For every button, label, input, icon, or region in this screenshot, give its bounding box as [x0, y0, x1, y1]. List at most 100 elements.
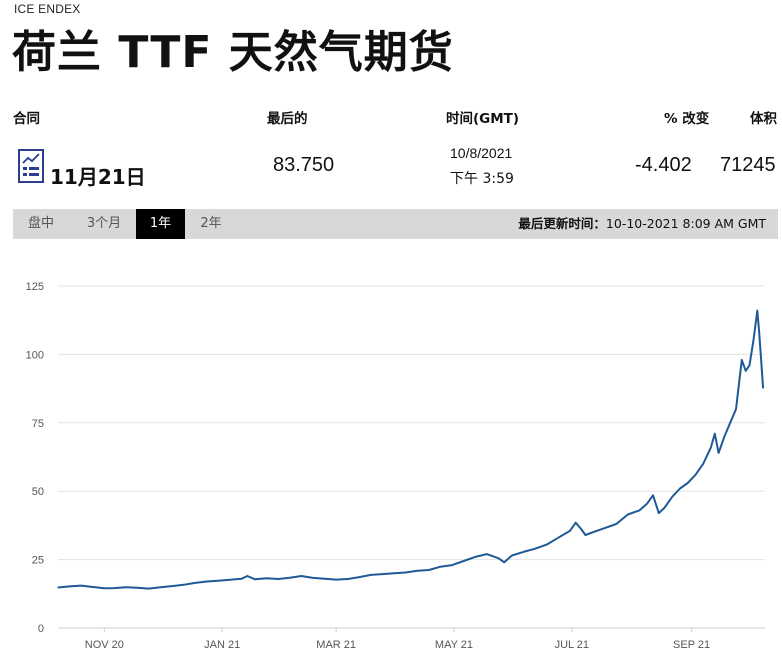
- data-point: [756, 310, 758, 312]
- x-tick-label: JUL 21: [555, 639, 589, 651]
- data-point: [300, 575, 302, 577]
- data-point: [324, 578, 326, 580]
- col-header-change: % 改变: [664, 111, 710, 127]
- y-tick-label: 125: [26, 281, 44, 293]
- data-point: [580, 528, 583, 531]
- tab-1-year[interactable]: 1年: [136, 209, 185, 239]
- data-point: [194, 582, 196, 584]
- page-title: 荷兰 TTF 天然气期货: [12, 27, 454, 78]
- quote-date: 10/8/2021: [450, 145, 513, 161]
- x-tick-label: MAR 21: [316, 639, 356, 651]
- last-price: 83.750: [273, 154, 335, 176]
- data-point: [752, 340, 755, 342]
- y-tick-label: 50: [32, 486, 44, 498]
- data-point: [358, 576, 360, 578]
- y-tick-label: 75: [32, 418, 44, 430]
- col-header-volume: 体积: [750, 111, 777, 127]
- data-point: [534, 548, 536, 550]
- data-point: [80, 585, 82, 587]
- data-point: [557, 537, 559, 539]
- percent-change: -4.402: [635, 154, 692, 176]
- volume: 71245: [720, 154, 776, 176]
- data-point: [687, 482, 689, 484]
- tab-2-years[interactable]: 2年: [189, 209, 233, 239]
- data-point: [575, 522, 577, 524]
- data-point: [125, 586, 127, 588]
- last-updated-value: 10-10-2021 8:09 AM GMT: [605, 216, 766, 231]
- data-point: [646, 502, 648, 505]
- data-point: [652, 494, 654, 496]
- data-point: [246, 575, 248, 577]
- data-point: [393, 572, 395, 574]
- data-point: [148, 588, 150, 590]
- data-point: [254, 578, 256, 580]
- data-point: [370, 574, 372, 576]
- data-point: [439, 566, 442, 568]
- data-point: [217, 580, 219, 582]
- data-point: [710, 446, 712, 448]
- data-point: [451, 564, 453, 566]
- data-point: [92, 586, 94, 588]
- data-point: [497, 557, 499, 559]
- data-point: [546, 544, 548, 546]
- data-point: [627, 513, 629, 516]
- data-point: [405, 571, 407, 574]
- price-series-line: [57, 309, 765, 590]
- data-point: [718, 452, 720, 454]
- data-point: [511, 554, 513, 557]
- data-point: [289, 577, 291, 579]
- data-point: [463, 560, 465, 562]
- data-point: [416, 570, 418, 572]
- data-point: [592, 531, 594, 533]
- data-point: [136, 587, 138, 589]
- data-point: [428, 569, 430, 571]
- data-point: [266, 577, 268, 579]
- data-point: [381, 573, 384, 575]
- data-point: [723, 435, 726, 438]
- tab-intraday[interactable]: 盘中: [13, 209, 69, 239]
- quote-time: 下午 3:59: [450, 171, 514, 187]
- data-point: [569, 530, 571, 532]
- contract-month[interactable]: 11月21日: [50, 161, 146, 190]
- data-point: [335, 579, 337, 581]
- data-point: [240, 578, 243, 580]
- data-point: [113, 587, 115, 589]
- data-point: [277, 578, 279, 580]
- last-updated-label: 最后更新时间：: [518, 216, 606, 231]
- data-point: [658, 512, 660, 514]
- x-tick-label: MAY 21: [435, 639, 473, 651]
- data-point: [741, 359, 743, 361]
- col-header-time: 时间(GMT): [446, 111, 520, 127]
- data-point: [729, 422, 731, 424]
- last-updated: 最后更新时间：10-10-2021 8:09 AM GMT: [518, 209, 766, 239]
- data-point: [748, 364, 751, 366]
- data-point: [159, 586, 161, 588]
- data-point: [702, 463, 704, 465]
- data-point: [183, 584, 185, 586]
- y-tick-label: 100: [26, 349, 44, 361]
- col-header-contract: 合同: [13, 111, 40, 127]
- range-tabbar: 盘中 3个月 1年 2年 最后更新时间：10-10-2021 8:09 AM G…: [13, 209, 778, 239]
- data-point: [758, 331, 760, 334]
- data-point: [57, 586, 59, 589]
- document-chart-icon[interactable]: [18, 149, 44, 183]
- data-point: [503, 561, 505, 563]
- x-tick-label: JAN 21: [204, 639, 240, 651]
- data-point: [762, 387, 764, 389]
- data-point: [229, 579, 231, 581]
- y-tick-label: 0: [38, 623, 44, 635]
- data-point: [735, 408, 737, 410]
- data-point: [486, 553, 488, 555]
- data-point: [474, 556, 476, 558]
- data-point: [604, 527, 606, 529]
- data-point: [171, 585, 173, 587]
- data-point: [522, 551, 525, 553]
- tab-3-months[interactable]: 3个月: [75, 209, 133, 239]
- price-chart: 0 25 50 75 100 125 NOV 20 JAN 21 MAR 21 MAY 21 JUL…: [26, 281, 765, 651]
- x-tick-label: NOV 20: [85, 639, 124, 651]
- data-point: [584, 534, 587, 536]
- exchange-label: ICE ENDEX: [14, 2, 81, 16]
- data-point: [638, 509, 641, 511]
- data-point: [69, 585, 71, 587]
- data-point: [206, 580, 208, 583]
